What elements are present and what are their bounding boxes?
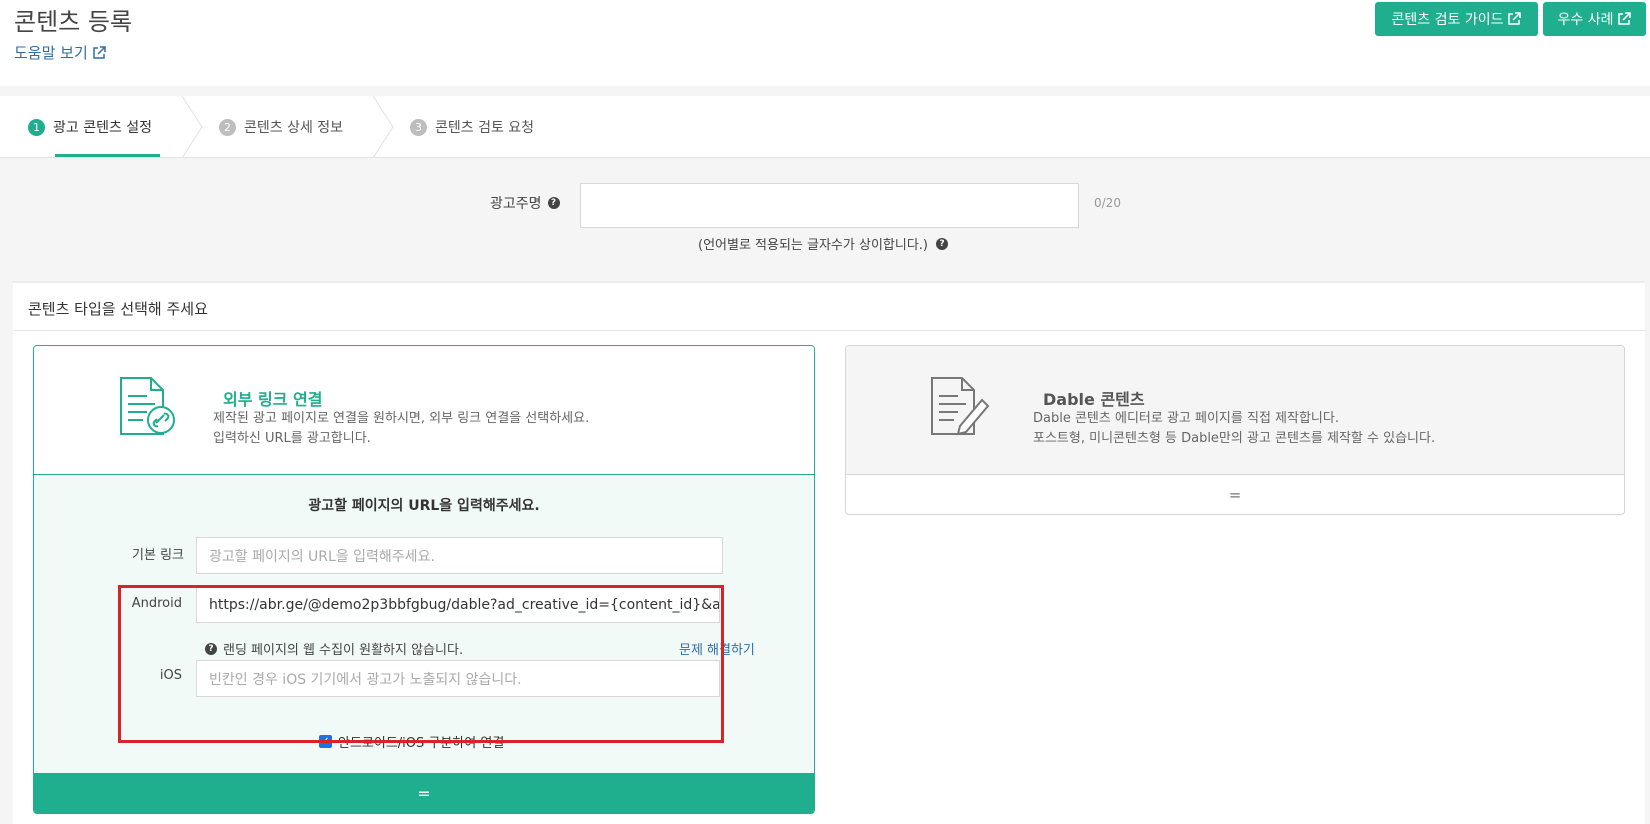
step-1[interactable]: 1 광고 콘텐츠 설정 [28,96,152,158]
external-link-description: 제작된 광고 페이지로 연결을 원하시면, 외부 링크 연결을 선택하세요. 입… [213,409,589,449]
step-3[interactable]: 3 콘텐츠 검토 요청 [410,96,534,158]
best-practices-button[interactable]: 우수 사례 [1543,2,1646,36]
dable-content-title: Dable 콘텐츠 [1043,390,1145,409]
page-header: 콘텐츠 등록 도움말 보기 콘텐츠 검토 가이드 우수 사례 [0,0,1650,86]
desc-line: 포스트형, 미니콘텐츠형 등 Dable만의 광고 콘텐츠를 제작할 수 있습니… [1033,431,1436,446]
external-link-form: 광고할 페이지의 URL을 입력해주세요. 기본 링크 광고할 페이지의 URL… [34,475,814,773]
basic-link-input[interactable]: 광고할 페이지의 URL을 입력해주세요. [196,537,723,574]
external-link-icon [93,45,106,59]
dable-content-card-header[interactable]: Dable 콘텐츠 Dable 콘텐츠 에디터로 광고 페이지를 직접 제작합니… [846,346,1624,475]
step-number: 1 [28,118,45,136]
advertiser-label: 광고주명 ? [490,193,560,213]
desc-line: Dable 콘텐츠 에디터로 광고 페이지를 직접 제작합니다. [1033,411,1339,426]
advertiser-note-text: (언어별로 적용되는 글자수가 상이합니다.) [698,238,928,253]
help-icon[interactable]: ? [936,237,948,250]
section-divider [13,330,1645,331]
url-prompt: 광고할 페이지의 URL을 입력해주세요. [308,498,540,514]
help-link-label: 도움말 보기 [14,44,88,62]
step-label: 광고 콘텐츠 설정 [53,120,153,136]
dable-content-description: Dable 콘텐츠 에디터로 광고 페이지를 직접 제작합니다. 포스트형, 미… [1033,409,1435,449]
highlight-box [118,585,724,743]
external-link-icon [1508,12,1522,25]
desc-line: 제작된 광고 페이지로 연결을 원하시면, 외부 링크 연결을 선택하세요. [213,411,590,426]
external-link-card-header[interactable]: 외부 링크 연결 제작된 광고 페이지로 연결을 원하시면, 외부 링크 연결을… [34,346,814,475]
desc-line: 입력하신 URL를 광고합니다. [213,431,371,446]
external-link-toggle[interactable]: = [34,773,814,813]
advertiser-note: (언어별로 적용되는 글자수가 상이합니다.) ? [698,234,948,253]
active-step-indicator [55,154,160,157]
page-title: 콘텐츠 등록 [14,8,133,36]
guide-button-label: 콘텐츠 검토 가이드 [1391,12,1504,28]
step-number: 3 [410,118,427,136]
best-button-label: 우수 사례 [1557,12,1614,28]
document-link-icon [120,377,175,435]
basic-link-placeholder: 광고할 페이지의 URL을 입력해주세요. [209,548,435,565]
step-navigation: 1 광고 콘텐츠 설정 2 콘텐츠 상세 정보 3 콘텐츠 검토 요청 [0,96,1650,158]
dable-content-card[interactable]: Dable 콘텐츠 Dable 콘텐츠 에디터로 광고 페이지를 직접 제작합니… [845,345,1625,515]
advertiser-name-input[interactable] [580,183,1079,228]
external-link-title: 외부 링크 연결 [223,390,323,409]
section-title: 콘텐츠 타입을 선택해 주세요 [28,300,208,318]
external-link-icon [1618,12,1632,25]
content-review-guide-button[interactable]: 콘텐츠 검토 가이드 [1375,2,1538,36]
advertiser-label-text: 광고주명 [490,196,542,212]
step-2[interactable]: 2 콘텐츠 상세 정보 [219,96,343,158]
step-label: 콘텐츠 상세 정보 [244,120,344,136]
step-separator-icon [372,96,394,158]
step-separator-icon [181,96,203,158]
basic-link-label: 기본 링크 [132,548,184,563]
step-label: 콘텐츠 검토 요청 [435,120,535,136]
document-edit-icon [931,377,990,436]
external-link-card[interactable]: 외부 링크 연결 제작된 광고 페이지로 연결을 원하시면, 외부 링크 연결을… [33,345,815,814]
help-link[interactable]: 도움말 보기 [14,42,106,63]
advertiser-char-count: 0/20 [1094,196,1121,210]
step-number: 2 [219,118,236,136]
dable-content-toggle[interactable]: = [846,475,1624,514]
help-icon[interactable]: ? [547,197,560,209]
